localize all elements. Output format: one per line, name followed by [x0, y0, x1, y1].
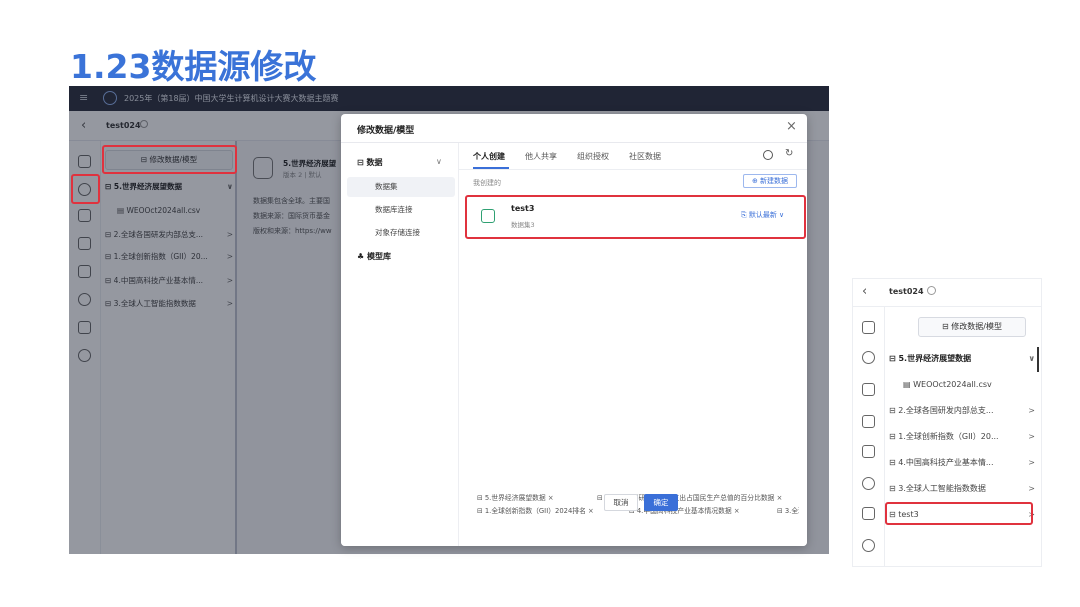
panel-item-label: ▤ WEOOct2024all.csv: [903, 380, 992, 389]
slide-title: 1.23数据源修改: [70, 47, 317, 86]
play-icon[interactable]: [862, 445, 875, 458]
panel-item-label: ⊟ 3.全球人工智能指数数据: [889, 484, 986, 493]
panel-item-ai[interactable]: ⊟ 3.全球人工智能指数数据 >: [889, 482, 1037, 496]
panel-item-weo[interactable]: ⊟ 5.世界经济展望数据 ∨: [889, 352, 1037, 366]
selected-chip[interactable]: ⊟ 1.全球创新指数（GII）2024排名 ×: [477, 505, 594, 515]
chip-icon[interactable]: [862, 383, 875, 396]
close-icon[interactable]: ×: [786, 119, 797, 134]
tab-org[interactable]: 组织授权: [577, 151, 609, 162]
tab-community[interactable]: 社区数据: [629, 151, 661, 162]
highlight-modify-button: [102, 145, 237, 174]
selected-chip[interactable]: ⊟ 5.世界经济展望数据 ×: [477, 492, 554, 502]
modify-data-dialog: 修改数据/模型 × ⊟ 数据 ∨ 数据集 数据库连接 对象存储连接 ♣ 模型库 …: [341, 114, 807, 546]
back-icon[interactable]: ‹: [862, 284, 867, 299]
panel-item-label: ⊟ 5.世界经济展望数据: [889, 354, 972, 363]
project-header: ‹ test024: [853, 279, 1041, 307]
chevron-down-icon: ∨: [1028, 354, 1036, 363]
side-model-header[interactable]: ♣ 模型库: [357, 251, 391, 262]
file-user-icon[interactable]: [862, 415, 875, 428]
new-data-button[interactable]: ⊕ 新建数据: [743, 174, 797, 188]
database-icon[interactable]: [862, 351, 875, 364]
tab-personal[interactable]: 个人创建: [473, 151, 505, 162]
chevron-right-icon: >: [1028, 406, 1035, 415]
dialog-sidebar: ⊟ 数据 ∨ 数据集 数据库连接 对象存储连接 ♣ 模型库: [341, 143, 459, 546]
side-data-header[interactable]: ⊟ 数据: [357, 157, 383, 168]
branch-icon[interactable]: [862, 539, 875, 552]
highlight-test3-item: [885, 502, 1033, 525]
side-item-dataset[interactable]: 数据集: [347, 177, 455, 197]
panel-resize-handle[interactable]: [1037, 347, 1039, 372]
record-icon[interactable]: [862, 477, 875, 490]
project-name: test024: [889, 287, 924, 296]
icon-rail: [853, 307, 885, 566]
panel-item-label: ⊟ 4.中国高科技产业基本情...: [889, 458, 994, 467]
chevron-down-icon[interactable]: ∨: [436, 157, 442, 166]
confirm-button[interactable]: 确定: [644, 494, 678, 511]
terminal-icon[interactable]: [862, 321, 875, 334]
panel-item-hitech[interactable]: ⊟ 4.中国高科技产业基本情... >: [889, 456, 1037, 470]
flow-icon[interactable]: [862, 507, 875, 520]
dialog-title: 修改数据/模型: [357, 126, 415, 136]
modify-data-button[interactable]: ⊟ 修改数据/模型: [918, 317, 1026, 337]
side-item-object-storage[interactable]: 对象存储连接: [347, 223, 455, 243]
highlight-dataset-card: [465, 195, 806, 239]
side-item-db-connection[interactable]: 数据库连接: [347, 200, 455, 220]
panel-item-label: ⊟ 2.全球各国研发内部总支...: [889, 406, 994, 415]
chevron-right-icon: >: [1028, 432, 1035, 441]
tab-shared[interactable]: 他人共享: [525, 151, 557, 162]
chevron-right-icon: >: [1028, 458, 1035, 467]
panel-item-csv[interactable]: ▤ WEOOct2024all.csv: [903, 378, 1037, 392]
cancel-button[interactable]: 取消: [604, 494, 638, 511]
refresh-icon[interactable]: ↻: [785, 148, 793, 159]
tab-divider: [459, 169, 807, 170]
chevron-right-icon: >: [1028, 484, 1035, 493]
panel-item-gii[interactable]: ⊟ 1.全球创新指数（GII）20... >: [889, 430, 1037, 444]
panel-item-rd[interactable]: ⊟ 2.全球各国研发内部总支... >: [889, 404, 1037, 418]
info-icon[interactable]: [927, 286, 936, 295]
selected-chip[interactable]: ⊟ 3.全球人工智能指数数据 ×: [777, 505, 799, 515]
my-created-label: 我创建的: [473, 179, 501, 187]
search-icon[interactable]: [763, 150, 773, 160]
panel-item-label: ⊟ 1.全球创新指数（GII）20...: [889, 432, 999, 441]
highlight-database-icon: [71, 174, 100, 204]
